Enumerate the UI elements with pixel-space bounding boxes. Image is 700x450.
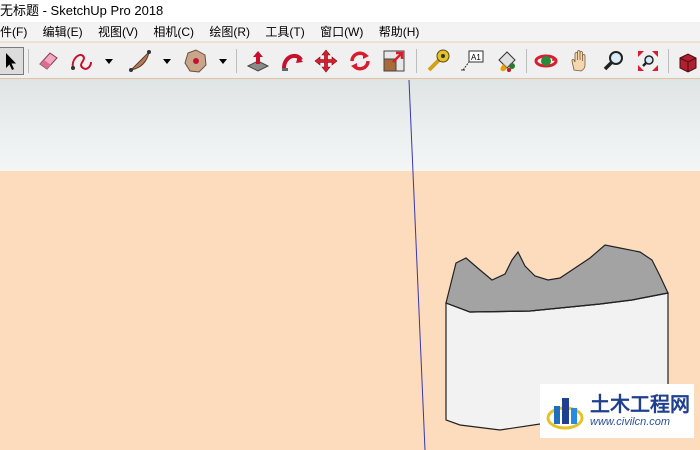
main-toolbar: A1 — [0, 43, 700, 79]
polygon-dropdown-icon[interactable] — [218, 56, 228, 66]
warehouse-icon — [679, 53, 697, 73]
freehand-dropdown-icon[interactable] — [104, 56, 114, 66]
paint-bucket-icon — [498, 51, 516, 72]
toolbar-separator — [416, 49, 417, 73]
polygon-icon — [184, 49, 207, 73]
watermark-title: 土木工程网 — [590, 392, 690, 416]
magnifier-icon — [603, 51, 623, 71]
zoom-extents-icon — [638, 51, 658, 71]
toolbar-separator — [668, 49, 669, 73]
freehand-tool-button[interactable] — [68, 47, 96, 75]
zoom-tool-button[interactable] — [600, 47, 628, 75]
watermark: 土木工程网 www.civilcn.com — [540, 384, 694, 438]
pan-tool-button[interactable] — [566, 47, 594, 75]
push-pull-tool-button[interactable] — [244, 47, 272, 75]
menu-view[interactable]: 视图(V) — [92, 22, 144, 41]
text-icon-label: A1 — [471, 53, 481, 62]
select-tool-button[interactable] — [0, 47, 24, 75]
eraser-icon — [39, 52, 58, 70]
menu-file[interactable]: 件(F) — [0, 22, 33, 41]
arc-icon — [129, 50, 151, 72]
follow-me-icon — [282, 53, 303, 71]
menu-tools[interactable]: 工具(T) — [259, 22, 310, 41]
follow-me-tool-button[interactable] — [278, 47, 306, 75]
menu-draw[interactable]: 绘图(R) — [203, 22, 256, 41]
blue-axis-line — [408, 80, 426, 450]
eraser-tool-button[interactable] — [34, 47, 62, 75]
warehouse-tool-button[interactable] — [674, 47, 700, 75]
menu-window[interactable]: 窗口(W) — [314, 22, 369, 41]
arc-dropdown-icon[interactable] — [162, 56, 172, 66]
menu-help[interactable]: 帮助(H) — [373, 22, 426, 41]
paint-bucket-tool-button[interactable] — [492, 47, 520, 75]
tape-measure-icon — [427, 49, 450, 72]
hand-icon — [571, 50, 586, 72]
menu-edit[interactable]: 编辑(E) — [37, 22, 89, 41]
arc-tool-button[interactable] — [126, 47, 154, 75]
scale-tool-button[interactable] — [380, 47, 408, 75]
text-tool-button[interactable]: A1 — [458, 47, 486, 75]
move-icon — [314, 49, 338, 73]
polygon-tool-button[interactable] — [182, 47, 210, 75]
toolbar-separator — [526, 49, 527, 73]
scale-icon — [383, 50, 405, 72]
rotate-icon — [350, 51, 370, 71]
orbit-icon — [534, 54, 558, 68]
push-pull-icon — [246, 51, 270, 72]
orbit-tool-button[interactable] — [532, 47, 560, 75]
menu-bar: 件(F) 编辑(E) 视图(V) 相机(C) 绘图(R) 工具(T) 窗口(W)… — [0, 22, 700, 42]
tape-measure-tool-button[interactable] — [424, 47, 452, 75]
window-title: 无标题 - SketchUp Pro 2018 — [0, 3, 164, 18]
toolbar-separator — [28, 49, 29, 73]
toolbar-separator — [236, 49, 237, 73]
zoom-extents-tool-button[interactable] — [634, 47, 662, 75]
freehand-icon — [71, 54, 92, 70]
move-tool-button[interactable] — [312, 47, 340, 75]
text-icon: A1 — [461, 50, 484, 71]
menu-camera[interactable]: 相机(C) — [147, 22, 200, 41]
watermark-url: www.civilcn.com — [590, 416, 671, 428]
rotate-tool-button[interactable] — [346, 47, 374, 75]
arrow-icon — [6, 53, 16, 70]
title-bar: 无标题 - SketchUp Pro 2018 — [0, 0, 700, 22]
civilcn-logo-icon — [546, 398, 584, 430]
